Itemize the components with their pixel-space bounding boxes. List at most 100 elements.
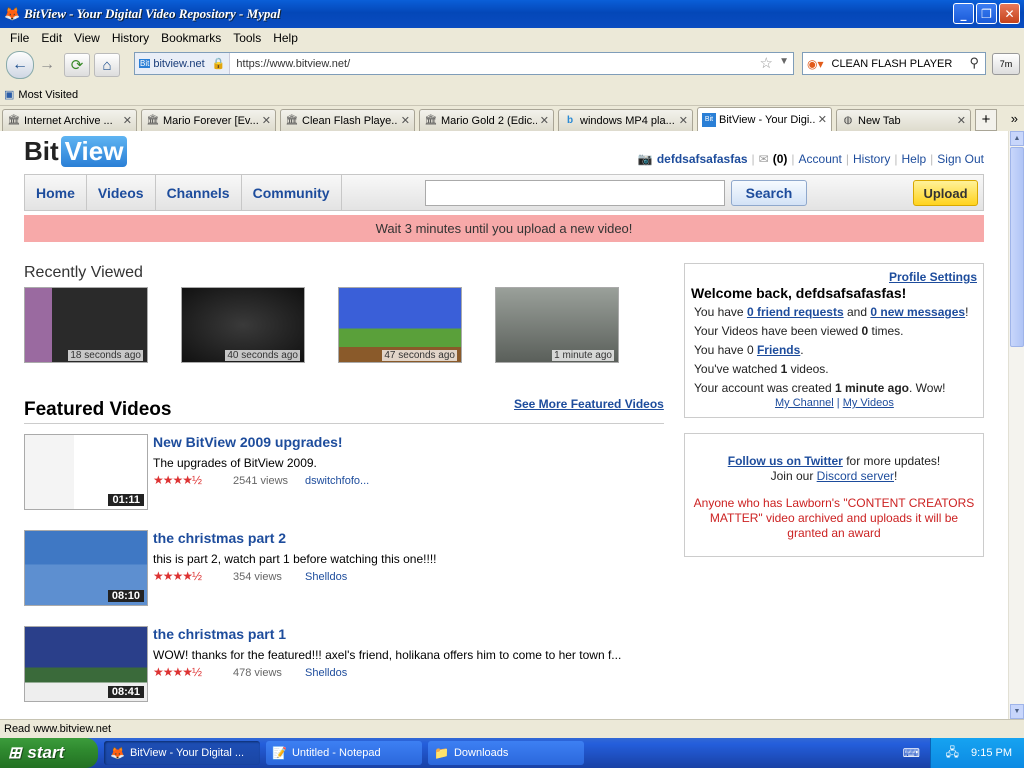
video-uploader-link[interactable]: Shelldos bbox=[305, 667, 347, 679]
star-rating-icon: ★★★★½ bbox=[153, 473, 202, 487]
menu-edit[interactable]: Edit bbox=[35, 31, 68, 45]
close-icon[interactable]: ✕ bbox=[540, 114, 549, 127]
site-search-button[interactable]: Search bbox=[731, 180, 807, 206]
menu-bookmarks[interactable]: Bookmarks bbox=[155, 31, 227, 45]
site-identity[interactable]: Bit bitview.net 🔒 bbox=[135, 53, 231, 74]
close-icon[interactable]: ✕ bbox=[957, 114, 966, 127]
taskbar-item-notepad[interactable]: 📝 Untitled - Notepad bbox=[266, 741, 422, 765]
start-button[interactable]: ⊞ start bbox=[0, 738, 98, 768]
network-icon[interactable]: 🖧 bbox=[946, 743, 959, 764]
username-link[interactable]: defdsafsafasfas bbox=[657, 152, 748, 166]
start-label: start bbox=[27, 743, 65, 762]
recent-thumbnail[interactable]: 18 seconds ago bbox=[24, 287, 148, 363]
page-scrollbar[interactable]: ▲ ▼ bbox=[1008, 131, 1024, 719]
taskbar-item-browser[interactable]: 🦊 BitView - Your Digital ... bbox=[104, 741, 260, 765]
lock-icon: 🔒 bbox=[211, 58, 226, 70]
mail-icon[interactable]: ✉ bbox=[759, 152, 769, 166]
close-icon[interactable]: ✕ bbox=[123, 114, 132, 127]
close-button[interactable]: ✕ bbox=[999, 3, 1020, 24]
see-more-featured-link[interactable]: See More Featured Videos bbox=[514, 397, 664, 411]
nav-community[interactable]: Community bbox=[242, 175, 342, 210]
reload-icon[interactable]: ⟳ bbox=[64, 53, 90, 77]
watched-prefix: You've watched bbox=[694, 362, 781, 376]
video-title-link[interactable]: the christmas part 1 bbox=[153, 626, 286, 642]
chevron-down-icon[interactable]: ▼ bbox=[779, 56, 789, 67]
bookmark-star-icon[interactable]: ☆ bbox=[760, 54, 773, 72]
twitter-suffix: for more updates! bbox=[842, 454, 941, 468]
close-icon[interactable]: ✕ bbox=[679, 114, 688, 127]
tab-label: Clean Flash Playe... bbox=[302, 114, 398, 127]
video-uploader-link[interactable]: dswitchfofo... bbox=[305, 475, 369, 487]
bookmark-most-visited[interactable]: Most Visited bbox=[18, 89, 78, 101]
tab-mario-gold[interactable]: 🏛 Mario Gold 2 (Edic... ✕ bbox=[419, 109, 554, 131]
discord-link[interactable]: Discord server bbox=[817, 469, 894, 483]
tab-bitview[interactable]: Bit BitView - Your Digi... ✕ bbox=[697, 107, 832, 131]
archive-icon: 🏛 bbox=[424, 114, 438, 126]
history-link[interactable]: History bbox=[853, 152, 890, 166]
tab-list-chevron-icon[interactable]: » bbox=[1011, 111, 1018, 126]
nav-videos[interactable]: Videos bbox=[87, 175, 156, 210]
menu-tools[interactable]: Tools bbox=[227, 31, 267, 45]
forward-arrow-icon[interactable]: → bbox=[34, 52, 60, 78]
my-videos-link[interactable]: My Videos bbox=[843, 397, 894, 409]
tab-clean-flash[interactable]: 🏛 Clean Flash Playe... ✕ bbox=[280, 109, 415, 131]
tab-mario-forever[interactable]: 🏛 Mario Forever [Ev... ✕ bbox=[141, 109, 276, 131]
home-icon[interactable]: ⌂ bbox=[94, 53, 120, 77]
welcome-panel: Profile Settings Welcome back, defdsafsa… bbox=[684, 263, 984, 418]
featured-videos-heading: Featured Videos bbox=[24, 399, 172, 420]
help-link[interactable]: Help bbox=[901, 152, 926, 166]
menu-help[interactable]: Help bbox=[267, 31, 304, 45]
back-arrow-icon[interactable]: ← bbox=[6, 51, 34, 79]
new-messages-link[interactable]: 0 new messages bbox=[870, 305, 965, 319]
inbox-count[interactable]: (0) bbox=[773, 152, 788, 166]
close-icon[interactable]: ✕ bbox=[818, 113, 827, 126]
tab-windows-mp4[interactable]: b windows MP4 pla... ✕ bbox=[558, 109, 693, 131]
url-bar[interactable]: Bit bitview.net 🔒 https://www.bitview.ne… bbox=[134, 52, 794, 75]
bitview-logo[interactable]: Bit View bbox=[24, 136, 128, 167]
clock[interactable]: 9:15 PM bbox=[971, 747, 1012, 759]
sign-out-link[interactable]: Sign Out bbox=[937, 152, 984, 166]
scroll-up-icon[interactable]: ▲ bbox=[1010, 131, 1024, 146]
twitter-link[interactable]: Follow us on Twitter bbox=[728, 454, 843, 468]
minimize-button[interactable]: _ bbox=[953, 3, 974, 24]
scroll-thumb[interactable] bbox=[1010, 147, 1024, 347]
addon-button[interactable]: 7m bbox=[992, 53, 1020, 75]
search-icon[interactable]: ⚲ bbox=[969, 55, 979, 71]
search-engine-box[interactable]: ◉▾ CLEAN FLASH PLAYER ⚲ bbox=[802, 52, 986, 75]
friend-requests-link[interactable]: 0 friend requests bbox=[747, 305, 844, 319]
maximize-button[interactable]: ❐ bbox=[976, 3, 997, 24]
close-icon[interactable]: ✕ bbox=[262, 114, 271, 127]
watched-line: You've watched 1 videos. bbox=[694, 362, 829, 376]
video-title-link[interactable]: the christmas part 2 bbox=[153, 530, 286, 546]
nav-channels[interactable]: Channels bbox=[156, 175, 242, 210]
search-engine-icon[interactable]: ◉▾ bbox=[807, 57, 824, 71]
recent-thumbnail[interactable]: 1 minute ago bbox=[495, 287, 619, 363]
video-uploader-link[interactable]: Shelldos bbox=[305, 571, 347, 583]
nav-home[interactable]: Home bbox=[25, 175, 87, 210]
menu-file[interactable]: File bbox=[4, 31, 35, 45]
recent-thumbnail[interactable]: 40 seconds ago bbox=[181, 287, 305, 363]
menu-history[interactable]: History bbox=[106, 31, 155, 45]
new-tab-plus-icon[interactable]: + bbox=[975, 109, 997, 131]
scroll-down-icon[interactable]: ▼ bbox=[1010, 704, 1024, 719]
tab-internet-archive[interactable]: 🏛 Internet Archive ... ✕ bbox=[2, 109, 137, 131]
account-link[interactable]: Account bbox=[799, 152, 842, 166]
video-thumbnail[interactable]: 08:41 bbox=[24, 626, 148, 702]
recent-thumbnail[interactable]: 47 seconds ago bbox=[338, 287, 462, 363]
video-thumbnail[interactable]: 08:10 bbox=[24, 530, 148, 606]
video-thumbnail[interactable]: 01:11 bbox=[24, 434, 148, 510]
close-icon[interactable]: ✕ bbox=[401, 114, 410, 127]
tab-new-tab[interactable]: ◍ New Tab ✕ bbox=[836, 109, 971, 131]
folder-icon: 📁 bbox=[434, 746, 449, 760]
welcome-message: Welcome back, defdsafsafasfas! bbox=[691, 285, 907, 301]
upload-button[interactable]: Upload bbox=[913, 180, 978, 206]
divider bbox=[24, 423, 664, 424]
taskbar-item-downloads[interactable]: 📁 Downloads bbox=[428, 741, 584, 765]
friends-link[interactable]: Friends bbox=[757, 343, 800, 357]
profile-settings-link[interactable]: Profile Settings bbox=[889, 270, 977, 284]
video-title-link[interactable]: New BitView 2009 upgrades! bbox=[153, 434, 343, 450]
keyboard-icon[interactable]: ⌨ bbox=[903, 746, 920, 760]
menu-view[interactable]: View bbox=[68, 31, 106, 45]
site-search-input[interactable] bbox=[425, 180, 725, 206]
my-channel-link[interactable]: My Channel bbox=[775, 397, 834, 409]
